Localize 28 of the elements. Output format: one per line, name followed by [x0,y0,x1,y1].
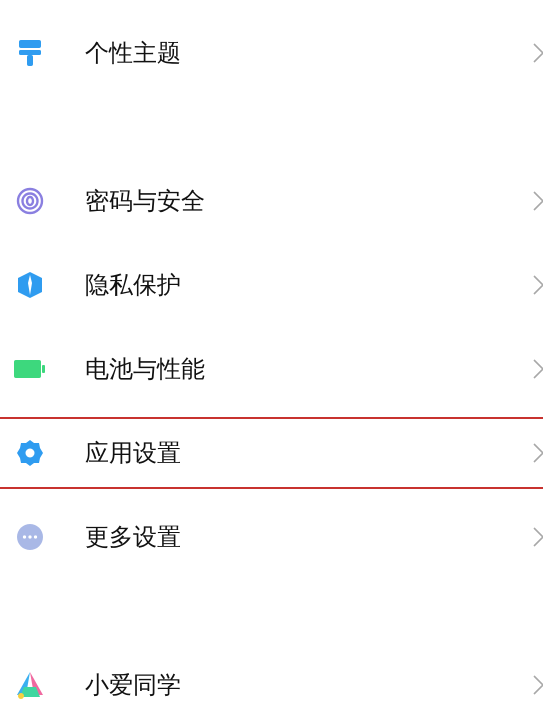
battery-icon [14,359,46,379]
chevron-icon [533,191,543,211]
settings-icon [16,439,44,467]
settings-row[interactable]: 更多设置 [0,501,543,573]
row-label: 隐私保护 [85,273,181,297]
fingerprint-icon [16,187,44,215]
row-label: 个性主题 [85,41,181,65]
more-icon [16,523,44,551]
row-label: 密码与安全 [85,189,205,213]
row-label: 电池与性能 [85,357,205,381]
settings-row[interactable]: 小爱同学 [0,649,543,707]
shield-icon [17,271,43,299]
chevron-icon [533,527,543,547]
settings-row[interactable]: 个性主题 [0,17,543,89]
settings-row[interactable]: 密码与安全 [0,165,543,237]
settings-row[interactable]: 应用设置 [0,417,543,489]
chevron-icon [533,275,543,295]
chevron-icon [533,43,543,63]
row-label: 更多设置 [85,525,181,549]
settings-row[interactable]: 电池与性能 [0,333,543,405]
chevron-icon [533,675,543,695]
chevron-icon [533,443,543,463]
settings-row[interactable]: 隐私保护 [0,249,543,321]
row-label: 小爱同学 [85,673,181,697]
chevron-icon [533,359,543,379]
paintbrush-icon [18,39,42,67]
assistant-icon [16,671,44,699]
row-label: 应用设置 [85,441,181,465]
